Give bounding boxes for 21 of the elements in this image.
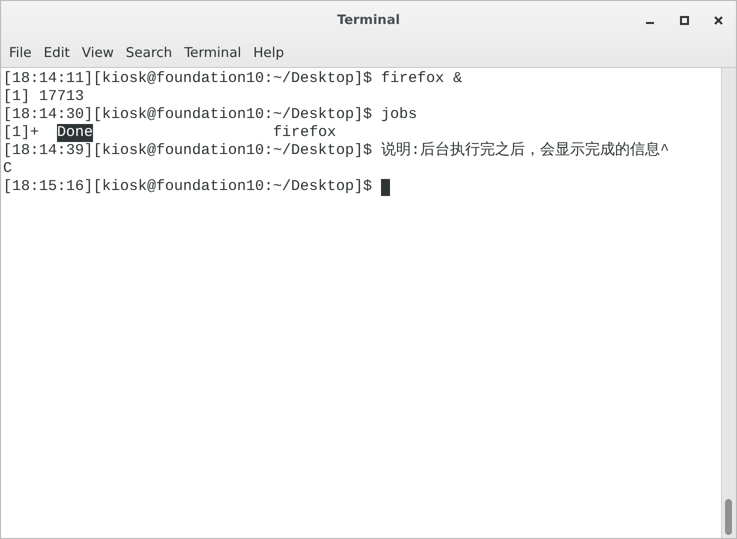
highlighted-text: Done — [57, 124, 94, 142]
menu-item[interactable]: Edit — [38, 41, 76, 65]
menu-item[interactable]: Help — [247, 41, 290, 65]
text-cursor — [381, 178, 390, 196]
menu-item[interactable]: Terminal — [178, 41, 248, 65]
scrollbar[interactable] — [721, 68, 736, 538]
terminal-line: [18:14:39][kiosk@foundation10:~/Desktop]$ 说明:后台执行完之后，会显示完成的信息^ — [3, 142, 670, 160]
terminal-line: [1]+ — [3, 124, 40, 142]
close-icon — [714, 16, 722, 24]
scrollbar-thumb[interactable] — [725, 499, 732, 535]
menu-item[interactable]: View — [76, 41, 120, 65]
menu-item[interactable]: Search — [120, 41, 178, 65]
terminal-line: [1] 17713 — [3, 88, 84, 106]
window-title: Terminal — [337, 12, 400, 28]
terminal-line: [18:14:11][kiosk@foundation10:~/Desktop]$ firefox & — [3, 70, 462, 88]
terminal-line: C — [3, 160, 12, 178]
terminal-line: firefox — [272, 124, 336, 142]
maximize-icon — [680, 16, 688, 24]
terminal-line: [18:15:16][kiosk@foundation10:~/Desktop]$ — [3, 178, 374, 196]
menu-item[interactable]: File — [3, 41, 38, 65]
terminal-line: [18:14:30][kiosk@foundation10:~/Desktop]$ jobs — [3, 106, 418, 124]
